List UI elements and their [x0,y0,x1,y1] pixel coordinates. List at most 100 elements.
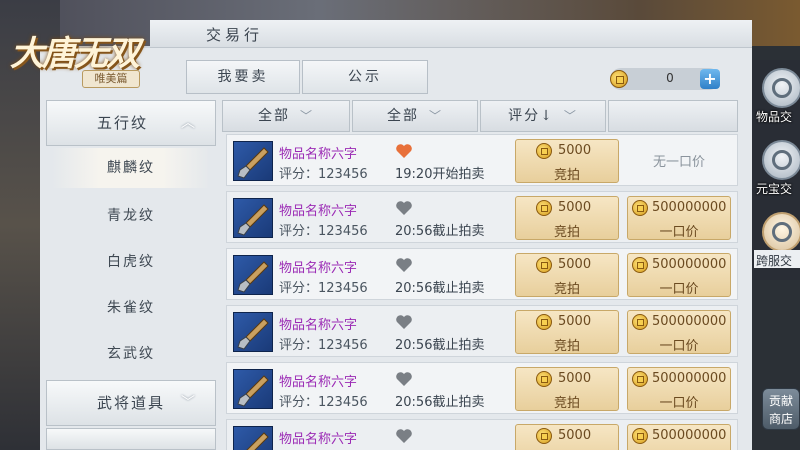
bid-label: 竞拍 [553,339,580,354]
bid-label: 竞拍 [553,282,580,297]
item-list: 物品名称六字 评分：123456 19:20开始拍卖 5000 竞拍 无一口价 … [222,134,738,450]
coin-icon [632,200,648,216]
item-name: 物品名称六字 [279,204,358,219]
panel-title: 交易行 [206,26,264,44]
filter-status-label: 全部 [386,108,419,124]
chevron-down-icon: ﹀ [428,109,443,123]
cross-server-icon [762,212,800,252]
tab-sell[interactable]: 我要卖 [186,60,300,94]
buyout-amount: 500000000 [652,428,727,443]
bid-amount: 5000 [558,371,592,386]
bid-amount: 5000 [558,200,592,215]
shop-line2: 商店 [768,412,793,426]
item-score: 评分：123456 [279,281,368,296]
no-buyout-label: 无一口价 [652,155,705,170]
buyout-amount: 500000000 [652,371,727,386]
header-empty [608,100,738,132]
nav-item-trade[interactable]: 物品交 [756,68,800,126]
item-name: 物品名称六字 [279,432,358,447]
sidebar-item-qilinwen[interactable]: 麒麟纹 [52,148,210,188]
item-score: 评分：123456 [279,224,368,239]
bid-amount: 5000 [558,314,592,329]
bid-button[interactable]: 5000 竞拍 [515,139,619,183]
sidebar-item-zhuquewen[interactable]: 朱雀纹 [52,288,210,328]
table-row[interactable]: 物品名称六字 评分：123456 20:56截止拍卖 5000 竞拍 50000… [226,191,738,243]
buyout-amount: 500000000 [652,200,727,215]
category-wuxingwen[interactable]: 五行纹 ︿ [46,100,216,146]
nav-label: 跨服交 [756,254,793,268]
item-icon [233,312,273,352]
sort-score-label: 评分↓ [508,108,554,124]
sort-score[interactable]: 评分↓ ﹀ [480,100,606,132]
nav-ingot-trade[interactable]: 元宝交 [756,140,800,198]
favorite-heart-icon[interactable] [395,314,413,330]
chevron-down-icon: ﹀ [563,109,578,123]
chevron-up-icon: ︿ [181,115,197,131]
bid-amount: 5000 [558,143,592,158]
bid-button[interactable]: 5000 竞拍 [515,310,619,354]
coin-icon [536,143,552,159]
item-name: 物品名称六字 [279,375,358,390]
auction-time: 20:56截止拍卖 [395,395,485,410]
item-icon [233,255,273,295]
coin-icon [536,428,552,444]
tab-announcement[interactable]: 公示 [302,60,428,94]
favorite-heart-icon[interactable] [395,200,413,216]
category-label: 五行纹 [97,114,149,132]
buyout-label: 一口价 [659,396,699,411]
buyout-button[interactable]: 500000000 一口价 [627,310,731,354]
bid-button[interactable]: 5000 竞拍 [515,196,619,240]
favorite-heart-icon[interactable] [395,371,413,387]
filter-type-label: 全部 [257,108,290,124]
buyout-label: 一口价 [659,282,699,297]
filter-type[interactable]: 全部 ﹀ [222,100,350,132]
coin-icon [536,200,552,216]
buyout-button[interactable]: 500000000 一口价 [627,253,731,297]
table-row[interactable]: 物品名称六字 评分：123456 20:56截止拍卖 5000 竞拍 50000… [226,362,738,414]
buyout-button[interactable]: 500000000 一口价 [627,367,731,411]
table-header: 全部 ﹀ 全部 ﹀ 评分↓ ﹀ [222,100,738,132]
item-icon [233,426,273,450]
category-wujiangdaoju[interactable]: 武将道具 ﹀ [46,380,216,426]
buyout-button[interactable]: 500000000 [627,424,731,450]
coin-icon [632,314,648,330]
filter-status[interactable]: 全部 ﹀ [352,100,478,132]
table-row[interactable]: 物品名称六字 评分：123456 20:56截止拍卖 5000 竞拍 50000… [226,248,738,300]
coin-icon [632,371,648,387]
favorite-heart-icon[interactable] [395,428,413,444]
coin-icon [536,257,552,273]
sidebar-item-qinglongwen[interactable]: 青龙纹 [52,196,210,236]
currency-value: 0 [666,71,674,85]
coin-icon [536,314,552,330]
bid-label: 竞拍 [553,225,580,240]
logo-title: 大唐无双 [10,34,140,74]
buyout-amount: 500000000 [652,257,727,272]
bid-label: 竞拍 [553,396,580,411]
sidebar-item-baihuwen[interactable]: 白虎纹 [52,242,210,282]
item-score: 评分：123456 [279,338,368,353]
contribution-shop-button[interactable]: 贡献 商店 [762,388,800,430]
buyout-button[interactable]: 500000000 一口价 [627,196,731,240]
auction-time: 19:20开始拍卖 [395,167,485,182]
table-row[interactable]: 物品名称六字 5000 500000000 [226,419,738,450]
game-logo: 大唐无双 唯美篇 [8,18,188,98]
table-row[interactable]: 物品名称六字 评分：123456 19:20开始拍卖 5000 竞拍 无一口价 [226,134,738,186]
auction-time: 20:56截止拍卖 [395,281,485,296]
item-name: 物品名称六字 [279,147,358,162]
nav-cross-server-trade[interactable]: 跨服交 [754,212,800,270]
item-name: 物品名称六字 [279,318,358,333]
coin-icon [536,371,552,387]
favorite-heart-icon[interactable] [395,143,413,159]
category-more[interactable] [46,428,216,450]
add-currency-button[interactable]: + [700,69,720,89]
bid-button[interactable]: 5000 竞拍 [515,367,619,411]
bid-amount: 5000 [558,257,592,272]
buyout-amount: 500000000 [652,314,727,329]
bid-button[interactable]: 5000 [515,424,619,450]
sidebar-item-xuanwuwen[interactable]: 玄武纹 [52,334,210,374]
category-label: 武将道具 [97,394,166,412]
table-row[interactable]: 物品名称六字 评分：123456 20:56截止拍卖 5000 竞拍 50000… [226,305,738,357]
bid-button[interactable]: 5000 竞拍 [515,253,619,297]
favorite-heart-icon[interactable] [395,257,413,273]
item-score: 评分：123456 [279,395,368,410]
